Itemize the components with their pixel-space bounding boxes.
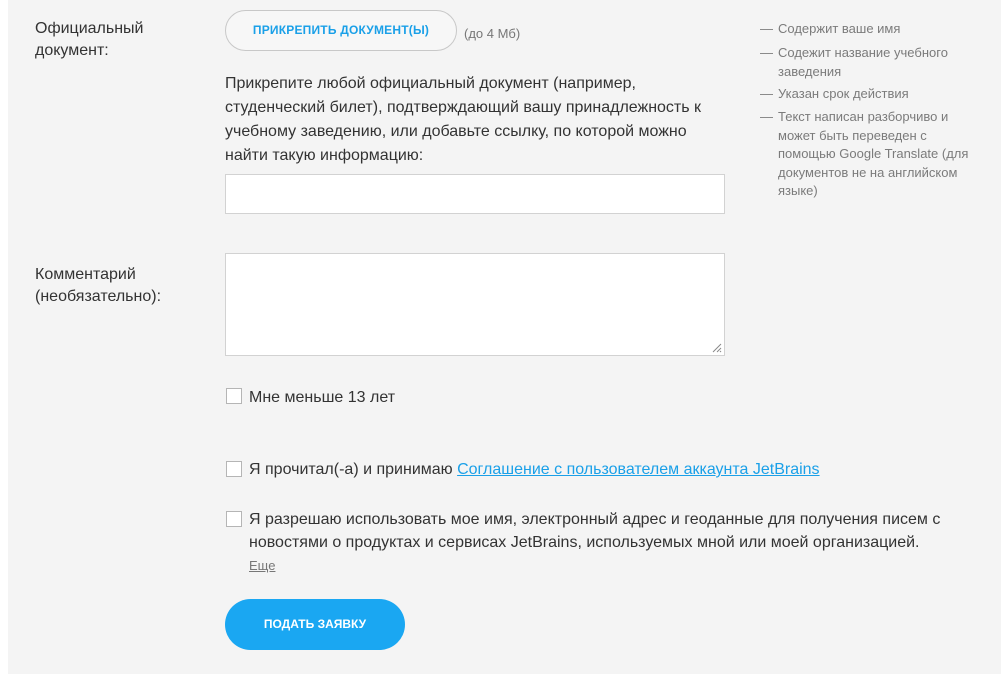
hint-text: Содежит название учебного заведения <box>778 45 948 79</box>
hint-text: Указан срок действия <box>778 86 909 101</box>
newsletter-checkbox[interactable] <box>226 511 242 527</box>
age-checkbox-label: Мне меньше 13 лет <box>249 389 396 406</box>
hint-dash: — <box>760 109 773 124</box>
newsletter-checkbox-label: Я разрешаю использовать мое имя, электро… <box>249 511 941 551</box>
hint-dash: — <box>760 86 773 101</box>
hint-item: — Содержит ваше имя <box>760 20 980 39</box>
hint-item: — Содежит название учебного заведения <box>760 44 980 81</box>
user-agreement-link[interactable]: Соглашение с пользователем аккаунта JetB… <box>457 461 819 478</box>
hint-text: Содержит ваше имя <box>778 21 901 36</box>
submit-button[interactable]: ПОДАТЬ ЗАЯВКУ <box>225 599 405 650</box>
agreement-prefix: Я прочитал(-а) и принимаю <box>249 461 458 478</box>
comment-textarea[interactable] <box>225 253 725 356</box>
more-link[interactable]: Еще <box>249 558 275 573</box>
resize-grip-icon[interactable] <box>710 341 722 353</box>
hint-text: Текст написан разборчиво и может быть пе… <box>778 109 969 198</box>
comment-label: Комментарий (необязательно): <box>35 266 162 305</box>
document-link-input[interactable] <box>225 174 725 214</box>
file-size-note: (до 4 Мб) <box>464 26 521 41</box>
age-checkbox[interactable] <box>226 388 242 404</box>
attach-document-button[interactable]: ПРИКРЕПИТЬ ДОКУМЕНТ(Ы) <box>225 10 457 51</box>
document-description: Прикрепите любой официальный документ (н… <box>225 75 702 164</box>
hint-item: — Указан срок действия <box>760 85 980 104</box>
hint-item: — Текст написан разборчиво и может быть … <box>760 108 980 201</box>
hint-dash: — <box>760 21 773 36</box>
agreement-checkbox[interactable] <box>226 461 242 477</box>
hint-dash: — <box>760 45 773 60</box>
agreement-checkbox-label: Я прочитал(-а) и принимаю Соглашение с п… <box>249 458 820 481</box>
document-label: Официальный документ: <box>35 20 144 59</box>
